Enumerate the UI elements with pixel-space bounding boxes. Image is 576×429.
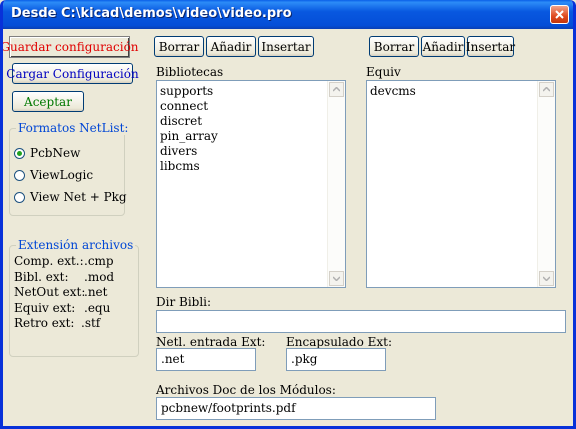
extension-label: Bibl. ext: [14, 269, 69, 284]
netlist-radio-label: PcbNew [30, 146, 81, 160]
netl-ext-value: .net [161, 352, 185, 366]
doc-files-input[interactable]: pcbnew/footprints.pdf [156, 397, 436, 420]
radio-circle-icon [14, 147, 25, 159]
equiv-delete-button[interactable]: Borrar [369, 36, 419, 57]
dir-bibli-label: Dir Bibli: [156, 295, 212, 309]
extension-value: .equ [84, 300, 111, 315]
equiv-scroll-up[interactable] [539, 82, 554, 97]
netlist-radio-option[interactable]: PcbNew [14, 146, 80, 160]
window-title: Desde C:\kicad\demos\video\video.pro [11, 6, 292, 21]
netlist-radio-option[interactable]: ViewLogic [14, 168, 93, 182]
chevron-up-icon [333, 87, 340, 92]
extension-value: .cmp [84, 254, 114, 268]
load-config-label: Cargar Configuración [6, 66, 139, 81]
list-item[interactable]: supports [160, 84, 218, 99]
libraries-scrollbar[interactable] [327, 81, 345, 287]
libraries-delete-label: Borrar [158, 39, 200, 54]
extension-value: .mod [84, 269, 115, 284]
extension-label: Equiv ext: [14, 300, 76, 315]
radio-circle-icon [14, 191, 25, 203]
list-item[interactable]: devcms [370, 84, 416, 99]
libraries-label: Bibliotecas [156, 65, 224, 79]
load-config-button[interactable]: Cargar Configuración [6, 63, 139, 84]
libraries-scroll-down[interactable] [329, 271, 344, 286]
chevron-down-icon [333, 276, 340, 281]
close-icon [555, 10, 564, 19]
equiv-delete-label: Borrar [373, 39, 415, 54]
pkg-ext-value: .pkg [291, 352, 318, 366]
doc-files-value: pcbnew/footprints.pdf [161, 401, 296, 415]
libraries-insert-button[interactable]: Insertar [258, 36, 314, 57]
equiv-add-label: Añadir [422, 39, 464, 54]
extension-label: Retro ext: [14, 316, 75, 330]
equiv-items: devcms [370, 84, 416, 99]
equiv-add-button[interactable]: Añadir [421, 36, 465, 57]
close-button[interactable] [550, 5, 569, 24]
libraries-listbox[interactable]: supports connect discret pin_array divers lib… [156, 80, 346, 288]
pkg-ext-label: Encapsulado Ext: [286, 335, 393, 349]
chevron-down-icon [543, 276, 550, 281]
extension-value: .stf [81, 316, 101, 330]
equiv-scroll-down[interactable] [539, 271, 554, 286]
equiv-label: Equiv [366, 65, 401, 79]
list-item[interactable]: connect [160, 99, 218, 114]
libraries-add-label: Añadir [210, 39, 252, 54]
list-item[interactable]: divers [160, 144, 218, 159]
list-item[interactable]: discret [160, 114, 218, 129]
equiv-scrollbar[interactable] [537, 81, 555, 287]
equiv-insert-label: Insertar [465, 39, 516, 54]
extension-label: Comp. ext.: [14, 254, 84, 268]
list-item[interactable]: libcms [160, 159, 218, 174]
kicad-config-window: Desde C:\kicad\demos\video\video.pro Gua… [0, 0, 576, 429]
save-config-label: Guardar configuración [0, 40, 139, 54]
libraries-items: supports connect discret pin_array divers lib… [160, 84, 218, 174]
list-item[interactable]: pin_array [160, 129, 218, 144]
radio-circle-icon [14, 169, 25, 181]
title-bar[interactable]: Desde C:\kicad\demos\video\video.pro [3, 0, 573, 29]
libraries-scroll-up[interactable] [329, 82, 344, 97]
libraries-insert-label: Insertar [261, 39, 311, 54]
doc-files-label: Archivos Doc de los Módulos: [156, 383, 336, 397]
dir-bibli-input[interactable] [156, 310, 566, 333]
netlist-radio-label: View Net + Pkg [30, 190, 127, 204]
pkg-ext-input[interactable]: .pkg [286, 348, 386, 371]
netlist-radio-label: ViewLogic [30, 168, 94, 182]
netlist-format-title: Formatos NetList: [16, 121, 131, 135]
save-config-button[interactable]: Guardar configuración [3, 36, 139, 58]
accept-button[interactable]: Aceptar [12, 91, 84, 112]
equiv-insert-button[interactable]: Insertar [465, 36, 516, 57]
extension-label: NetOut ext: [14, 285, 86, 299]
libraries-delete-button[interactable]: Borrar [154, 36, 204, 57]
netlist-radio-option[interactable]: View Net + Pkg [14, 190, 127, 204]
equiv-listbox[interactable]: devcms [366, 80, 556, 288]
netl-ext-label: Netl. entrada Ext: [156, 335, 266, 349]
chevron-up-icon [543, 87, 550, 92]
extension-value: .net [84, 285, 108, 299]
libraries-add-button[interactable]: Añadir [206, 36, 256, 57]
extensions-title: Extensión archivos [16, 238, 136, 252]
netl-ext-input[interactable]: .net [156, 348, 256, 371]
accept-label: Aceptar [24, 94, 72, 109]
